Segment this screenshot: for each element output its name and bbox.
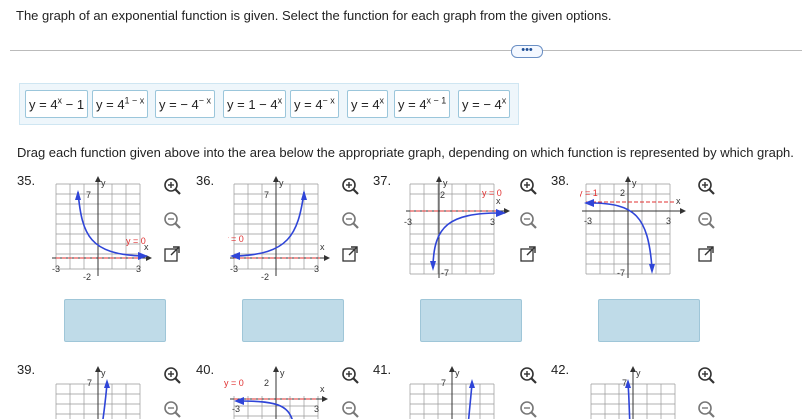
drag-instruction: Drag each function given above into the … [17,145,794,160]
tick-label: 3 [666,216,671,226]
tick-label: -3 [584,216,592,226]
divider [10,50,802,51]
zoom-out-icon[interactable] [341,400,359,418]
zoom-in-icon[interactable] [697,177,715,195]
x-axis-label: x [144,242,149,252]
drop-zone[interactable] [242,299,344,342]
tick-label: 7 [441,378,446,388]
external-link-icon[interactable] [697,245,715,263]
tick-label: 3 [136,264,141,274]
option-tile[interactable]: y = − 4x [458,90,511,118]
zoom-in-icon[interactable] [341,366,359,384]
y-axis-label: y [455,368,460,378]
zoom-out-icon[interactable] [519,211,537,229]
y-axis-label: y [280,368,285,378]
drop-zone[interactable] [420,299,522,342]
graph-37: y 2 y = 0 x -3 3 -7 [404,176,510,278]
asymptote-label: y = 1 [580,188,598,198]
x-axis-label: x [496,196,501,206]
zoom-out-icon[interactable] [163,400,181,418]
option-tile[interactable]: y = 4x − 1 [25,90,89,118]
asymptote-label: y = 0 [228,234,244,244]
zoom-out-icon[interactable] [163,211,181,229]
zoom-in-icon[interactable] [163,177,181,195]
graph-number: 37. [373,173,392,188]
zoom-out-icon[interactable] [341,211,359,229]
zoom-in-icon[interactable] [697,366,715,384]
option-tile[interactable]: y = 4x [347,90,389,118]
tick-label: 2 [620,188,625,198]
graph-38: y y = 1 2 x -3 3 -7 [580,176,686,278]
graph-36: y 7 y = 0 x -3 -2 3 [228,176,330,282]
zoom-out-icon[interactable] [697,211,715,229]
tick-label: -7 [617,268,625,278]
zoom-in-icon[interactable] [519,177,537,195]
option-tile[interactable]: y = − 4− x [155,90,216,118]
tick-label: -3 [232,404,240,414]
graph-number: 41. [373,362,392,377]
asymptote-label: y = 0 [126,236,146,246]
x-axis-label: x [320,384,325,394]
graph-number: 40. [196,362,215,377]
y-axis-label: y [636,368,641,378]
graph-40: y = 0 2 y x -3 3 [224,366,328,419]
option-tile[interactable]: y = 41 − x [92,90,149,118]
y-axis-label: y [101,368,106,378]
graph-42: y 7 [590,366,676,419]
tick-label: 3 [490,217,495,227]
graph-number: 42. [551,362,570,377]
tick-label: -3 [404,217,412,227]
drop-zone[interactable] [598,299,700,342]
tick-label: 7 [86,190,91,200]
option-tile[interactable]: y = 1 − 4x [223,90,287,118]
graph-39: y 7 [55,366,141,419]
x-axis-label: x [320,242,325,252]
asymptote-label: y = 0 [224,378,244,388]
tick-label: 7 [264,190,269,200]
tick-label: -2 [261,272,269,282]
zoom-in-icon[interactable] [341,177,359,195]
external-link-icon[interactable] [519,245,537,263]
graph-number: 38. [551,173,570,188]
graph-number: 39. [17,362,36,377]
instruction-text: The graph of an exponential function is … [16,8,612,23]
tick-label: 2 [440,190,445,200]
x-axis-label: x [676,196,681,206]
zoom-out-icon[interactable] [697,400,715,418]
drop-zone[interactable] [64,299,166,342]
options-bank: y = 4x − 1 y = 41 − x y = − 4− x y = 1 −… [19,83,519,125]
external-link-icon[interactable] [163,245,181,263]
tick-label: -7 [441,268,449,278]
option-tile[interactable]: y = 4− x [290,90,339,118]
tick-label: 3 [314,404,319,414]
tick-label: 3 [314,264,319,274]
zoom-out-icon[interactable] [519,400,537,418]
tick-label: 2 [264,378,269,388]
tick-label: -3 [52,264,60,274]
graph-41: y 7 [409,366,495,419]
external-link-icon[interactable] [341,245,359,263]
zoom-in-icon[interactable] [519,366,537,384]
tick-label: -2 [83,272,91,282]
tick-label: 7 [622,378,627,388]
more-button[interactable]: ••• [511,45,543,58]
graph-35: y 7 y = 0 x -3 -2 3 [52,176,152,282]
zoom-in-icon[interactable] [163,366,181,384]
graph-number: 36. [196,173,215,188]
y-axis-label: y [101,178,106,188]
graph-number: 35. [17,173,36,188]
option-tile[interactable]: y = 4x − 1 [394,90,451,118]
tick-label: -3 [230,264,238,274]
y-axis-label: y [632,178,637,188]
y-axis-label: y [443,178,448,188]
tick-label: 7 [87,378,92,388]
y-axis-label: y [279,178,284,188]
